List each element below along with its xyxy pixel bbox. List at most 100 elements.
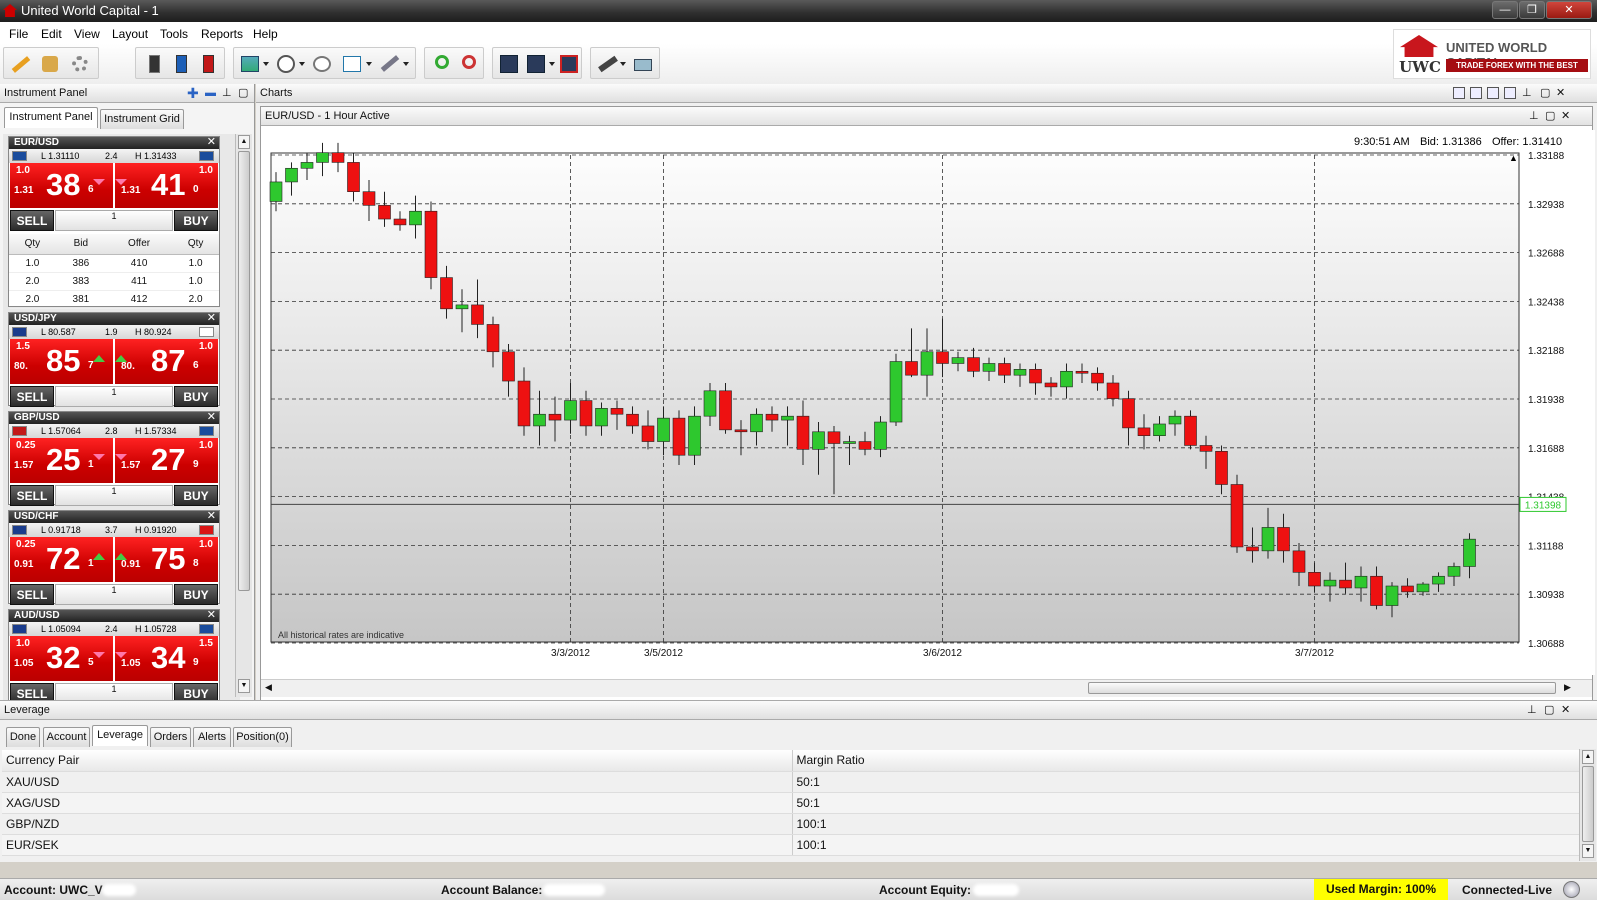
candle-body[interactable] xyxy=(1106,382,1120,399)
leverage-scrollbar[interactable]: ▲ ▼ xyxy=(1579,749,1596,861)
candle-body[interactable] xyxy=(827,431,841,444)
candle-body[interactable] xyxy=(1308,572,1321,587)
candle-body[interactable] xyxy=(641,425,655,442)
scroll-thumb[interactable] xyxy=(1582,766,1594,842)
candle-body[interactable] xyxy=(1401,585,1414,593)
candle-body[interactable] xyxy=(517,380,531,427)
table-row[interactable]: XAU/USD 50:1 xyxy=(2,771,1581,793)
candle-body[interactable] xyxy=(347,162,360,192)
candle-body[interactable] xyxy=(564,400,577,421)
candle-body[interactable] xyxy=(1354,575,1368,589)
candle-body[interactable] xyxy=(579,400,593,427)
candle-body[interactable] xyxy=(672,417,686,456)
candle-body[interactable] xyxy=(1091,372,1104,384)
candle-body[interactable] xyxy=(1168,415,1182,425)
column-currency-pair[interactable]: Currency Pair xyxy=(2,750,793,772)
tab-orders[interactable]: Orders xyxy=(150,727,191,747)
window-icon[interactable]: ▢ xyxy=(1544,701,1554,720)
tab-done[interactable]: Done xyxy=(6,727,40,747)
candle-body[interactable] xyxy=(843,441,856,444)
candle-body[interactable] xyxy=(440,277,453,310)
candle-body[interactable] xyxy=(1029,369,1042,384)
candle-body[interactable] xyxy=(967,357,980,372)
candle-body[interactable] xyxy=(936,351,949,364)
pin-icon[interactable]: ⊥ xyxy=(1527,701,1537,720)
candle-body[interactable] xyxy=(269,181,283,202)
candle-body[interactable] xyxy=(1075,370,1089,374)
close-icon[interactable]: ✕ xyxy=(1561,701,1570,720)
column-margin-ratio[interactable]: Margin Ratio xyxy=(792,750,1581,772)
candle-body[interactable] xyxy=(812,431,825,450)
connection-globe-icon[interactable] xyxy=(1563,881,1580,898)
candle-body[interactable] xyxy=(1385,585,1399,606)
candle-body[interactable] xyxy=(502,351,515,382)
candle-body[interactable] xyxy=(889,361,903,423)
candle-body[interactable] xyxy=(610,408,624,415)
candle-body[interactable] xyxy=(703,390,717,417)
candle-body[interactable] xyxy=(1261,527,1275,552)
candle-body[interactable] xyxy=(951,357,965,364)
candle-body[interactable] xyxy=(362,191,376,206)
table-row[interactable]: EUR/SEK 100:1 xyxy=(2,834,1581,856)
tab-position[interactable]: Position(0) xyxy=(233,727,292,747)
candle-body[interactable] xyxy=(1137,427,1151,436)
candle-body[interactable] xyxy=(378,205,391,220)
candle-body[interactable] xyxy=(874,421,887,450)
table-row[interactable]: XAG/USD 50:1 xyxy=(2,792,1581,814)
candle-body[interactable] xyxy=(750,413,763,433)
candle-body[interactable] xyxy=(1370,575,1383,606)
scroll-up-icon[interactable]: ▲ xyxy=(1582,750,1594,764)
candle-body[interactable] xyxy=(688,415,701,456)
candle-body[interactable] xyxy=(1215,451,1228,485)
scroll-top-icon[interactable]: ▲ xyxy=(1509,153,1518,163)
candle-body[interactable] xyxy=(1153,423,1166,436)
candle-body[interactable] xyxy=(1122,398,1135,429)
candle-body[interactable] xyxy=(858,441,872,450)
tab-leverage[interactable]: Leverage xyxy=(92,725,148,746)
candle-body[interactable] xyxy=(734,429,748,433)
tab-account[interactable]: Account xyxy=(43,727,90,747)
candle-body[interactable] xyxy=(595,408,608,427)
candle-body[interactable] xyxy=(1463,538,1476,567)
candle-body[interactable] xyxy=(1199,445,1213,452)
candle-body[interactable] xyxy=(1323,579,1337,587)
candle-body[interactable] xyxy=(1292,550,1306,573)
scroll-down-icon[interactable]: ▼ xyxy=(1582,844,1594,858)
candle-body[interactable] xyxy=(765,413,779,421)
candle-body[interactable] xyxy=(486,324,500,353)
candle-body[interactable] xyxy=(905,361,918,376)
candle-body[interactable] xyxy=(1184,415,1197,446)
candle-body[interactable] xyxy=(796,415,810,450)
candle-body[interactable] xyxy=(409,210,422,226)
candle-body[interactable] xyxy=(1277,527,1290,552)
candle-body[interactable] xyxy=(533,413,546,427)
candle-body[interactable] xyxy=(285,167,298,183)
price-chart[interactable]: 1.33188 1.32938 1.32688 1.32438 1.32188 1.319… xyxy=(0,0,1597,700)
candle-body[interactable] xyxy=(1060,370,1073,388)
candle-body[interactable] xyxy=(781,415,794,421)
candle-body[interactable] xyxy=(1044,382,1058,388)
candle-body[interactable] xyxy=(998,363,1011,376)
candle-body[interactable] xyxy=(657,417,670,442)
candle-body[interactable] xyxy=(393,218,407,226)
candle-body[interactable] xyxy=(982,363,996,372)
tab-alerts[interactable]: Alerts xyxy=(193,727,231,747)
candle-body[interactable] xyxy=(471,304,484,325)
candle-body[interactable] xyxy=(300,162,314,169)
candle-body[interactable] xyxy=(1432,575,1445,585)
candle-body[interactable] xyxy=(1013,369,1027,376)
candle-body[interactable] xyxy=(455,304,469,310)
candle-body[interactable] xyxy=(1339,579,1352,589)
table-row[interactable]: GBP/NZD 100:1 xyxy=(2,813,1581,835)
candle-body[interactable] xyxy=(331,152,345,163)
candle-body[interactable] xyxy=(1246,546,1259,552)
candle-body[interactable] xyxy=(548,413,562,421)
candle-body[interactable] xyxy=(920,351,934,376)
candle-body[interactable] xyxy=(719,390,732,431)
candle-body[interactable] xyxy=(424,210,438,278)
candle-body[interactable] xyxy=(1447,566,1461,577)
candle-body[interactable] xyxy=(316,152,329,163)
candle-body[interactable] xyxy=(1230,484,1244,548)
candle-body[interactable] xyxy=(626,413,639,427)
candle-body[interactable] xyxy=(1416,583,1430,593)
